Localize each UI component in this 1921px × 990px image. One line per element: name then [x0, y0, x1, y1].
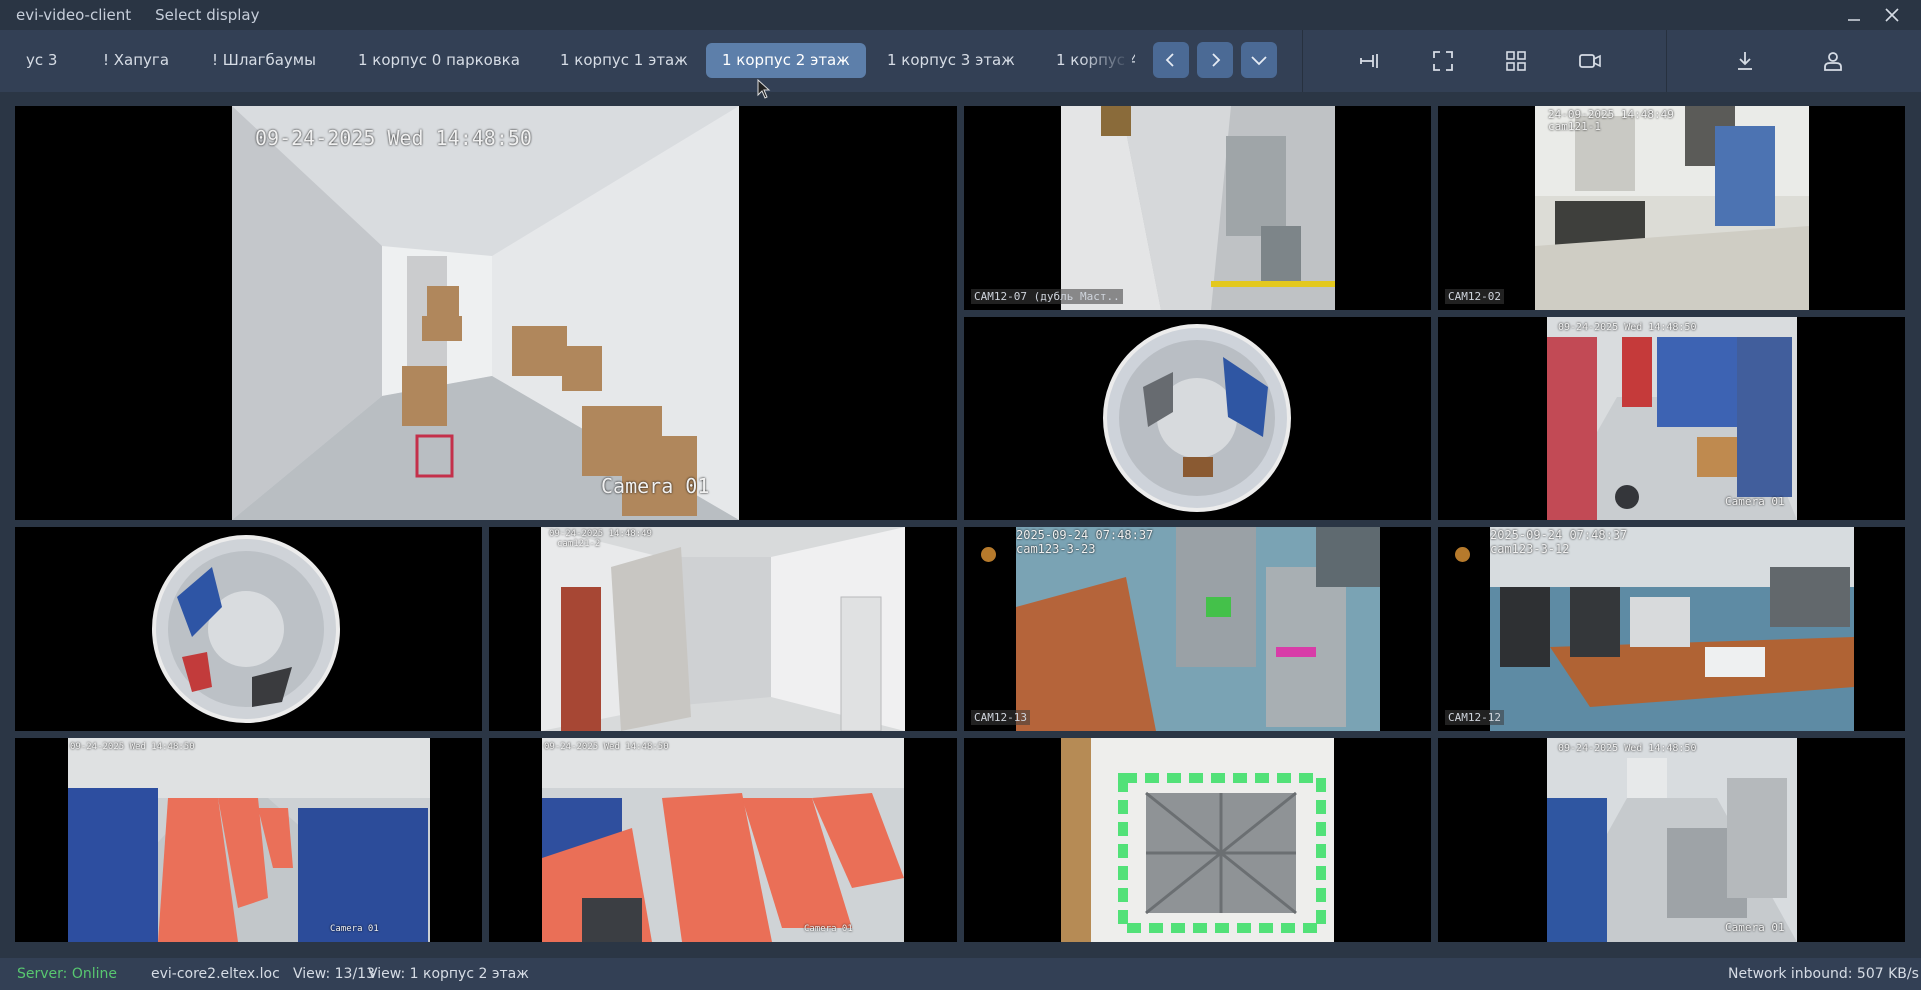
camera-icon: [1579, 54, 1601, 68]
osd-camera-caption: Camera 01: [1725, 495, 1785, 508]
minimize-button[interactable]: [1835, 0, 1873, 30]
tab-view-7[interactable]: 1 корпус 3 этаж: [871, 43, 1031, 78]
video-feed: [1535, 106, 1809, 310]
fullscreen-button[interactable]: [1423, 42, 1463, 80]
add-camera-button[interactable]: [1570, 42, 1610, 80]
video-feed: [1103, 324, 1291, 512]
tabs-overflow-fade: [1080, 30, 1132, 92]
video-feed: [1016, 527, 1380, 731]
camera-name-label: CAM12-12: [1445, 710, 1504, 725]
tab-view-5[interactable]: 1 корпус 1 этаж: [544, 43, 704, 78]
view-count: View: 13/13: [293, 966, 375, 982]
tab-view-2[interactable]: ! Хапуга: [87, 43, 185, 78]
tab-view-6-active[interactable]: 1 корпус 2 этаж: [706, 43, 866, 78]
user-profile-button[interactable]: [1813, 42, 1853, 80]
toolbar-divider: [1302, 30, 1303, 92]
chevron-right-icon: [1212, 53, 1221, 67]
pin-icon: [1360, 54, 1378, 68]
camera-name-label: CAM12-13: [971, 710, 1030, 725]
osd-camera-caption: Camera 01: [330, 924, 379, 934]
toolbar: ус 3 ! Хапуга ! Шлагбаумы 1 корпус 0 пар…: [0, 30, 1921, 92]
network-inbound: Network inbound: 507 KB/s: [1728, 966, 1919, 982]
osd-timestamp: 2025-09-24 07:48:37: [1490, 528, 1628, 542]
view-tabs: ус 3 ! Хапуга ! Шлагбаумы 1 корпус 0 пар…: [0, 30, 1135, 92]
fullscreen-icon: [1433, 51, 1453, 71]
video-feed: [1490, 527, 1854, 731]
download-icon: [1738, 52, 1752, 70]
pin-button[interactable]: [1349, 42, 1389, 80]
video-feed: [1061, 738, 1334, 942]
camera-name-label: CAM12-02: [1445, 289, 1504, 304]
view-name: View: 1 корпус 2 этаж: [368, 966, 529, 982]
next-tab-button[interactable]: [1197, 42, 1233, 78]
osd-camera-caption: Camera 01: [601, 474, 710, 498]
recording-indicator: [981, 547, 996, 562]
camera-tile[interactable]: 09-24-2025 Wed 14:48:50 Camera 01: [15, 106, 957, 520]
chevron-down-icon: [1251, 56, 1267, 66]
close-window-button[interactable]: [1873, 0, 1911, 30]
camera-tile[interactable]: [964, 317, 1431, 520]
tab-view-3[interactable]: ! Шлагбаумы: [196, 43, 332, 78]
layout-grid-button[interactable]: [1496, 42, 1536, 80]
camera-tile[interactable]: [15, 527, 482, 731]
osd-camera-id: cam123-3-12: [1490, 542, 1570, 556]
osd-timestamp: 09-24-2025 Wed 14:48:50: [255, 126, 532, 150]
camera-tile[interactable]: 24-09-2025 14:48:49 cam121-1 CAM12-02: [1438, 106, 1905, 310]
osd-camera-caption: Camera 01: [1725, 921, 1785, 934]
camera-tile[interactable]: [964, 738, 1431, 942]
chevron-left-icon: [1165, 53, 1174, 67]
camera-tile[interactable]: 09-24-2025 Wed 14:48:50 Camera 01: [15, 738, 482, 942]
mouse-cursor-icon: [757, 79, 771, 99]
minimize-icon: [1848, 19, 1860, 21]
camera-name-label: CAM12-07 (дубль Маст..: [971, 289, 1123, 304]
camera-tile[interactable]: 09-24-2025 14:48:49 cam121-2: [489, 527, 957, 731]
video-feed: [1061, 106, 1335, 310]
camera-tile[interactable]: 09-24-2025 Wed 14:48:50 Camera 01: [1438, 738, 1905, 942]
user-icon: [1824, 52, 1842, 71]
window-controls: [1835, 0, 1911, 30]
video-feed: [68, 738, 430, 942]
camera-tile[interactable]: 2025-09-24 07:48:37 cam123-3-23 CAM12-13: [964, 527, 1431, 731]
tab-view-1[interactable]: ус 3: [10, 43, 73, 78]
osd-timestamp: 09-24-2025 Wed 14:48:50: [1558, 322, 1697, 333]
server-host: evi-core2.eltex.loc: [151, 966, 280, 982]
osd-camera-id: cam121-1: [1548, 120, 1601, 133]
osd-timestamp: 09-24-2025 14:48:49: [549, 529, 652, 539]
osd-timestamp: 2025-09-24 07:48:37: [1016, 528, 1154, 542]
toolbar-divider: [1666, 30, 1667, 92]
select-display-menu[interactable]: Select display: [155, 6, 259, 24]
tabs-dropdown-button[interactable]: [1241, 42, 1277, 78]
status-bar: Server: Online evi-core2.eltex.loc View:…: [0, 958, 1921, 990]
osd-timestamp: 09-24-2025 Wed 14:48:50: [70, 742, 195, 752]
video-grid: 09-24-2025 Wed 14:48:50 Camera 01 CAM12-…: [15, 106, 1905, 942]
tab-view-4[interactable]: 1 корпус 0 парковка: [342, 43, 536, 78]
title-bar: evi-video-client Select display: [0, 0, 1921, 30]
server-status: Server: Online: [17, 966, 117, 982]
osd-camera-id: cam123-3-23: [1016, 542, 1096, 556]
download-button[interactable]: [1725, 42, 1765, 80]
video-feed: [232, 106, 739, 520]
osd-timestamp: 09-24-2025 Wed 14:48:50: [1558, 743, 1697, 754]
camera-tile[interactable]: 09-24-2025 Wed 14:48:50 Camera 01: [489, 738, 957, 942]
camera-tile[interactable]: 09-24-2025 Wed 14:48:50 Camera 01: [1438, 317, 1905, 520]
prev-tab-button[interactable]: [1153, 42, 1189, 78]
close-icon: [1885, 8, 1899, 22]
video-feed: [541, 527, 905, 731]
osd-camera-caption: Camera 01: [804, 924, 853, 934]
app-title: evi-video-client: [16, 6, 132, 24]
osd-camera-id: cam121-2: [557, 539, 601, 549]
video-feed: [542, 738, 904, 942]
layout-grid-icon: [1506, 51, 1526, 71]
recording-indicator: [1455, 547, 1470, 562]
camera-tile[interactable]: 2025-09-24 07:48:37 cam123-3-12 CAM12-12: [1438, 527, 1905, 731]
video-feed: [1547, 738, 1797, 942]
osd-timestamp: 09-24-2025 Wed 14:48:50: [544, 742, 669, 752]
camera-tile[interactable]: CAM12-07 (дубль Маст..: [964, 106, 1431, 310]
video-feed: [1547, 317, 1797, 520]
video-feed: [152, 535, 340, 723]
